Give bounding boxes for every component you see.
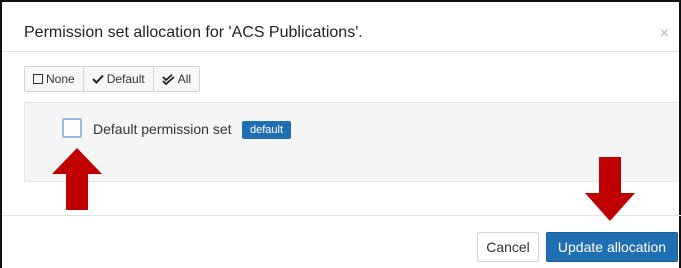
up-arrow-annotation <box>52 148 102 210</box>
permission-set-label: Default permission set <box>93 121 232 137</box>
select-none-label: None <box>46 72 75 86</box>
checkmark-icon <box>91 74 104 84</box>
select-default-button[interactable]: Default <box>84 67 154 91</box>
down-arrow-annotation <box>585 157 635 221</box>
select-all-button[interactable]: All <box>154 67 199 91</box>
square-outline-icon <box>33 74 43 84</box>
cancel-button[interactable]: Cancel <box>477 232 539 262</box>
select-none-button[interactable]: None <box>25 67 84 91</box>
double-checkmark-icon <box>162 73 175 85</box>
dialog-title: Permission set allocation for 'ACS Publi… <box>24 24 363 41</box>
close-icon[interactable]: × <box>660 26 669 42</box>
dialog-header: Permission set allocation for 'ACS Publi… <box>2 2 679 52</box>
selection-button-group: None Default All <box>24 66 201 92</box>
default-badge: default <box>242 121 292 139</box>
permission-set-panel <box>24 102 679 182</box>
select-all-label: All <box>177 72 192 86</box>
default-permission-set-checkbox[interactable] <box>62 118 82 138</box>
select-default-label: Default <box>106 72 145 86</box>
update-allocation-button[interactable]: Update allocation <box>546 232 678 262</box>
